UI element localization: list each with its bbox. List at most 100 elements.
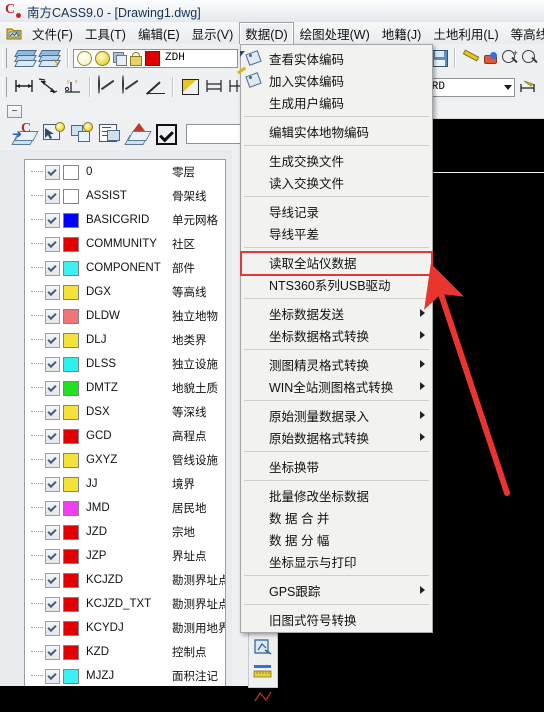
layer-visibility-checkbox[interactable] [45,548,60,564]
layer-row[interactable]: DLDW 独立地物 [25,304,225,328]
layer-visibility-checkbox[interactable] [45,284,60,300]
layer-visibility-checkbox[interactable] [45,572,60,588]
check-icon[interactable] [153,122,178,146]
linear-dimension-icon[interactable] [13,76,35,98]
menu-item-highlighted[interactable]: 读取全站仪数据 [240,251,433,276]
menu-item-option[interactable]: 原始数据格式转换 [241,426,432,448]
zoom-in-icon[interactable]: + [500,49,520,68]
menu-item-option[interactable]: 坐标换带 [241,455,432,477]
layer-color-swatch[interactable] [63,308,79,324]
layer-row[interactable]: GXYZ 管线设施 [25,448,225,472]
layer-color-swatch[interactable] [63,572,79,588]
layer-row[interactable]: JJ 境界 [25,472,225,496]
diameter-dimension-icon[interactable] [120,75,142,98]
layer-row[interactable]: KCYDJ 勘测用地界 [25,616,225,640]
toolbar-grip[interactable] [2,48,7,68]
layer-visibility-checkbox[interactable] [45,188,60,204]
layer-visibility-checkbox[interactable] [45,452,60,468]
layer-visibility-checkbox[interactable] [45,620,60,636]
menu-item-option[interactable]: 旧图式符号转换 [241,608,432,630]
layer-row[interactable]: COMMUNITY 社区 [25,232,225,256]
layer-visibility-checkbox[interactable] [45,500,60,516]
layer-visibility-checkbox[interactable] [45,332,60,348]
menu-item-data[interactable]: 数据(D) [239,21,294,45]
lock-icon[interactable] [129,51,142,66]
menu-item-option[interactable]: GPS跟踪 [241,579,432,601]
layers-icon[interactable] [14,47,37,69]
menu-item-tools[interactable]: 工具(T) [79,22,132,45]
angular-dimension-icon[interactable] [144,76,166,98]
select-window-icon[interactable] [40,122,65,146]
layer-visibility-checkbox[interactable] [45,236,60,252]
layer-color-swatch[interactable] [63,668,79,684]
layer-visibility-checkbox[interactable] [45,164,60,180]
layer-row[interactable]: JZP 界址点 [25,544,225,568]
menu-item-option[interactable]: 坐标数据格式转换 [241,324,432,346]
menu-item-option[interactable]: 加入实体编码 [237,66,432,91]
sun-icon[interactable] [95,50,110,66]
aligned-dimension-icon[interactable] [37,76,59,98]
menu-item-option[interactable]: 数 据 合 并 [241,506,432,528]
menu-item-option[interactable]: 导线平差 [241,222,432,244]
layer-visibility-checkbox[interactable] [45,428,60,444]
layer-row[interactable]: KZD 控制点 [25,640,225,664]
layer-visibility-checkbox[interactable] [45,380,60,396]
menu-item-option[interactable]: 坐标显示与打印 [241,550,432,572]
layer-visibility-checkbox[interactable] [45,260,60,276]
layer-color-swatch[interactable] [63,428,79,444]
layer-merge-icon[interactable] [124,122,152,146]
layer-visibility-checkbox[interactable] [45,476,60,492]
menu-item-option[interactable]: 生成用户编码 [241,91,432,113]
layer-visibility-checkbox[interactable] [45,596,60,612]
ruler-icon[interactable] [252,662,274,684]
layer-color-swatch[interactable] [63,236,79,252]
layer-color-swatch[interactable] [63,212,79,228]
polyline-icon[interactable] [252,687,274,709]
menu-item-option[interactable]: 导线记录 [241,200,432,222]
menu-item-file[interactable]: 文件(F) [26,22,79,45]
layer-row[interactable]: ASSIST 骨架线 [25,184,225,208]
menu-item-option[interactable]: 测图精灵格式转换 [241,353,432,375]
cass-tool-input[interactable] [185,124,244,144]
layer-color-swatch[interactable] [63,644,79,660]
menu-item-drawing[interactable]: 绘图处理(W) [294,22,376,45]
layer-color-swatch[interactable] [63,332,79,348]
layer-row[interactable]: MJZJ 面积注记 [25,664,225,686]
object-props-icon[interactable] [69,122,94,146]
layer-visibility-checkbox[interactable] [45,668,60,684]
area-query-icon[interactable] [252,637,274,659]
layer-color-swatch[interactable] [63,356,79,372]
layer-color-swatch[interactable] [63,500,79,516]
ordinate-dimension-icon[interactable]: yx [61,76,83,98]
color-chip-icon[interactable] [145,50,160,66]
layer-color-swatch[interactable] [63,284,79,300]
chevron-down-icon[interactable] [504,84,512,90]
layer-visibility-checkbox[interactable] [45,524,60,540]
menu-item-option[interactable]: NTS360系列USB驱动 [241,273,432,295]
menu-item-option[interactable]: 坐标数据发送 [241,302,432,324]
layer-row[interactable]: JMD 居民地 [25,496,225,520]
layer-color-swatch[interactable] [63,620,79,636]
layer-color-swatch[interactable] [63,188,79,204]
layer-color-swatch[interactable] [63,380,79,396]
layer-row[interactable]: DMTZ 地貌土质 [25,376,225,400]
menu-item-option[interactable]: 批量修改坐标数据 [241,484,432,506]
layer-visibility-checkbox[interactable] [45,404,60,420]
layer-row[interactable]: DSX 等深线 [25,400,225,424]
menu-item-cadastre[interactable]: 地籍(J) [376,22,428,45]
layer-row[interactable]: KCJZD 勘测界址点 [25,568,225,592]
zoom-window-icon[interactable] [520,49,540,68]
layer-visibility-checkbox[interactable] [45,356,60,372]
dimension-style-icon[interactable] [518,78,538,97]
layer-color-swatch[interactable] [63,476,79,492]
freeze-icon[interactable] [113,51,127,66]
layer-color-swatch[interactable] [63,452,79,468]
menu-item-option[interactable]: 生成交换文件 [241,149,432,171]
menu-item-view[interactable]: 显示(V) [186,22,240,45]
list-icon[interactable] [97,122,122,146]
menu-item-option[interactable]: 数 据 分 幅 [241,528,432,550]
menu-item-option[interactable]: 查看实体编码 [240,47,432,69]
collapse-panel-icon[interactable]: − [7,105,22,118]
paint-icon[interactable] [480,49,500,68]
layer-color-swatch[interactable] [63,596,79,612]
